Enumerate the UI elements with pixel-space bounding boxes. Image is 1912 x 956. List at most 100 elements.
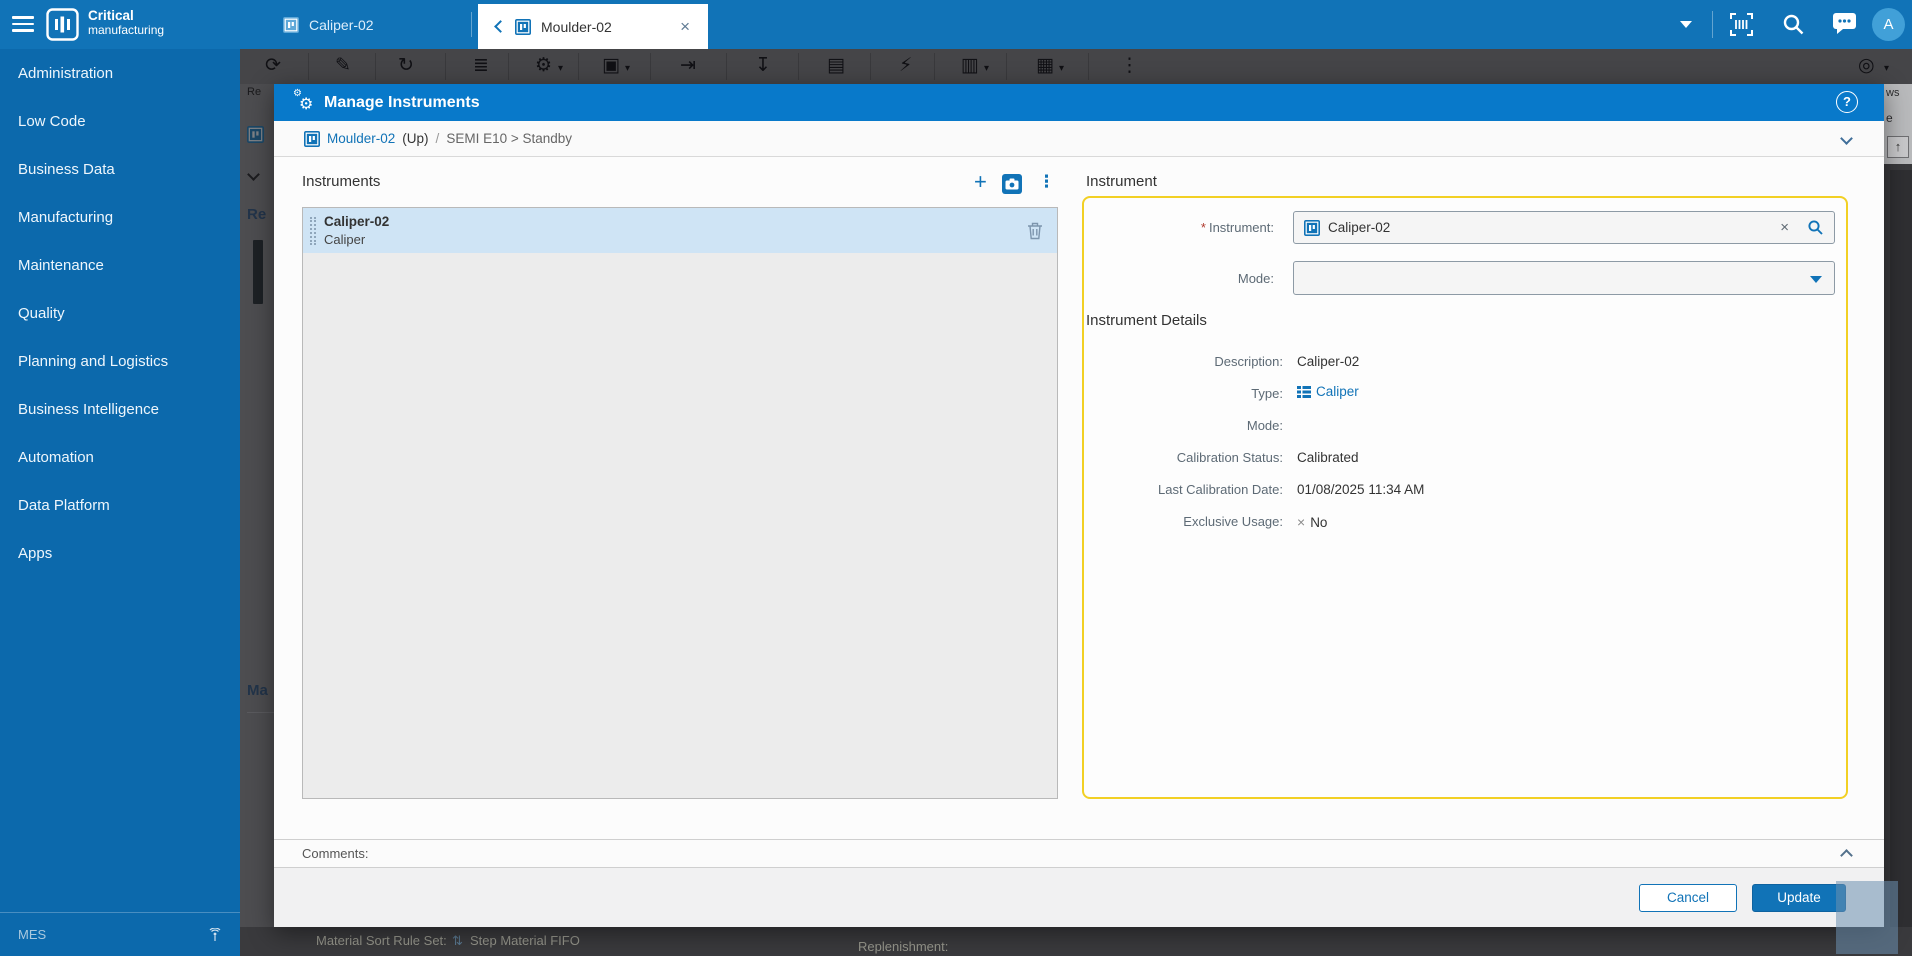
instrument-field-label: *Instrument: [1014,220,1274,235]
chat-icon[interactable] [1832,12,1857,34]
toolbar-separator [1712,11,1713,38]
sidebar-item-automation[interactable]: Automation [0,433,240,481]
breadcrumb-state: SEMI E10 > Standby [446,131,572,146]
views-icon: ◎ [1858,55,1875,77]
application-window: Critical manufacturing Caliper-02 Moulde… [0,0,1912,956]
resource-icon [304,131,320,147]
breadcrumb-up[interactable]: (Up) [402,131,428,146]
dimmed-material-sort-label: Material Sort Rule Set: [316,933,447,948]
tab-caliper-02[interactable]: Caliper-02 [265,0,460,49]
tab-label: Caliper-02 [309,17,374,33]
dimmed-background-left-strip: Re Re Ma [240,84,274,927]
calibration-status-value: Calibrated [1297,450,1359,465]
dimmed-material-sort-value: Step Material FIFO [470,933,580,948]
sidebar-item-low-code[interactable]: Low Code [0,97,240,145]
caret-down-icon: ▾ [625,63,630,74]
type-link[interactable]: Caliper [1316,384,1359,399]
file-report-icon: ▥ [961,55,979,77]
drag-handle[interactable] [310,217,316,245]
sidebar-item-data-platform[interactable]: Data Platform [0,481,240,529]
breadcrumb-separator: / [436,131,440,146]
caret-down-icon: ▾ [1884,63,1889,74]
dimmed-status-bar [253,240,263,304]
help-icon[interactable]: ? [1836,91,1858,113]
dialog-title: Manage Instruments [324,94,480,112]
search-icon[interactable] [1781,12,1806,37]
download-icon: ↧ [755,55,771,77]
instruments-list: Caliper-02 Caliper [302,207,1058,799]
camera-scan-button[interactable] [1002,174,1022,194]
last-calibration-date-label: Last Calibration Date: [1023,482,1283,497]
instruments-panel-title: Instruments [302,173,380,190]
settings-icon: ⚙ [535,55,552,77]
type-value: Caliper [1297,384,1359,399]
hamburger-menu-icon[interactable] [12,16,34,32]
user-avatar[interactable]: A [1872,8,1905,41]
chevron-left-icon[interactable] [494,20,507,33]
document-icon: ▤ [827,55,845,77]
manage-instruments-dialog: ⚙ ⚙ Manage Instruments ? Moulder-02 (Up)… [274,84,1884,927]
mode-field-label: Mode: [1014,271,1274,286]
brand-name: Critical manufacturing [88,9,164,37]
chart-icon: ▦ [1036,55,1054,77]
translucent-overlay-artifact [1836,881,1898,954]
instrument-input[interactable]: Caliper-02 × [1293,211,1835,244]
manage-instruments-icon: ⚙ ⚙ [294,92,316,114]
tab-divider [471,12,472,37]
dimmed-scrollbar [1890,170,1912,927]
sidebar-item-business-data[interactable]: Business Data [0,145,240,193]
lookup-search-icon[interactable] [1807,219,1824,236]
sidebar-item-quality[interactable]: Quality [0,289,240,337]
caret-down-icon: ▾ [558,63,563,74]
mode-detail-label: Mode: [1023,418,1283,433]
dimmed-sort-icon: ⇅ [452,933,463,949]
instrument-list-item-selected[interactable]: Caliper-02 Caliper [303,208,1057,253]
no-x-icon: × [1297,514,1305,530]
close-tab-icon[interactable]: × [680,17,690,37]
dimmed-toolbar-label: Re [247,86,261,98]
sidebar-item-apps[interactable]: Apps [0,529,240,577]
sidebar-nav: Administration Low Code Business Data Ma… [0,49,240,956]
connectivity-icon[interactable] [208,928,222,942]
transfer-icon: ▣ [602,55,620,77]
barcode-scan-icon[interactable] [1729,12,1754,37]
exclusive-usage-label: Exclusive Usage: [1023,514,1283,529]
resource-icon [515,19,531,35]
breadcrumb: Moulder-02 (Up) / SEMI E10 > Standby [274,121,1884,157]
cancel-button[interactable]: Cancel [1639,884,1737,912]
dimmed-label-fragment: e [1886,111,1893,125]
tab-moulder-02[interactable]: Moulder-02 × [478,4,708,49]
sidebar-item-planning-logistics[interactable]: Planning and Logistics [0,337,240,385]
dimmed-divider [247,712,274,713]
sidebar-item-maintenance[interactable]: Maintenance [0,241,240,289]
mode-dropdown[interactable] [1293,261,1835,295]
instrument-input-value: Caliper-02 [1328,220,1390,235]
sidebar-item-manufacturing[interactable]: Manufacturing [0,193,240,241]
sidebar-item-business-intelligence[interactable]: Business Intelligence [0,385,240,433]
tab-label: Moulder-02 [541,19,612,35]
chevron-down-icon[interactable] [1680,21,1692,28]
add-instrument-button[interactable]: + [974,172,987,192]
dimmed-background-toolbar: ⟳ ✎ ↻ ≣ ⚙ ▾ ▣ ▾ ⇥ ↧ ▤ ⚡ ▥ ▾ ▦ ▾ ⋮ ◎ ▾ [240,49,1912,84]
clear-input-icon[interactable]: × [1770,219,1799,236]
instrument-name: Caliper-02 [324,213,389,231]
checkin-icon: ⇥ [680,55,696,77]
mes-label: MES [18,927,46,942]
caret-down-icon [1810,276,1822,283]
comments-section[interactable]: Comments: [274,839,1884,868]
instrument-type: Caliper [324,231,389,249]
required-marker: * [1201,220,1206,235]
state-change-icon: ↻ [398,55,414,77]
caret-down-icon: ▾ [1059,63,1064,74]
panel-menu-kebab-icon[interactable]: ⋮ [1038,172,1055,192]
dimmed-section-title: Re [247,206,266,223]
refresh-icon: ⟳ [265,55,281,77]
update-button[interactable]: Update [1752,884,1846,912]
breadcrumb-entity-link[interactable]: Moulder-02 [327,131,395,146]
sidebar-footer: MES [0,912,240,956]
dialog-header: ⚙ ⚙ Manage Instruments [274,84,1884,121]
dimmed-replenishment-label: Replenishment: [858,939,948,954]
edit-icon: ✎ [335,55,351,77]
sidebar-item-administration[interactable]: Administration [0,49,240,97]
dimmed-label-fragment: ws [1886,87,1899,99]
